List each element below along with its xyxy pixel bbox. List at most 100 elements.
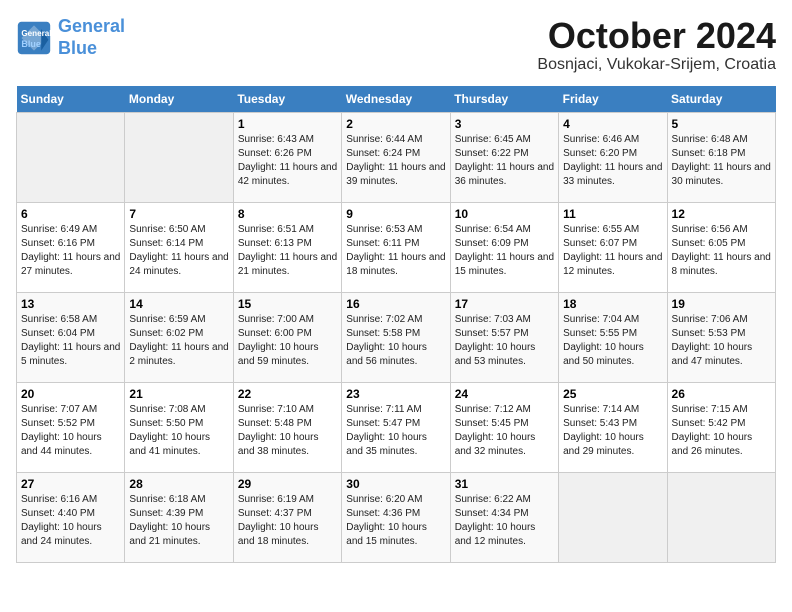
calendar-week-row: 6 Sunrise: 6:49 AMSunset: 6:16 PMDaylight…: [17, 202, 776, 292]
day-number: 17: [455, 297, 554, 311]
calendar-cell: 22 Sunrise: 7:10 AMSunset: 5:48 PMDayligh…: [233, 382, 341, 472]
day-detail: Sunrise: 6:43 AMSunset: 6:26 PMDaylight:…: [238, 133, 337, 189]
day-of-week-header: Friday: [559, 86, 667, 113]
calendar-cell: 13 Sunrise: 6:58 AMSunset: 6:04 PMDayligh…: [17, 292, 125, 382]
day-number: 6: [21, 207, 120, 221]
day-number: 23: [346, 387, 445, 401]
day-detail: Sunrise: 7:08 AMSunset: 5:50 PMDaylight:…: [129, 403, 228, 459]
calendar-cell: [125, 112, 233, 202]
calendar-cell: 31Sunrise: 6:22 AMSunset: 4:34 PMDayligh…: [450, 472, 558, 562]
day-detail: Sunrise: 6:20 AMSunset: 4:36 PMDaylight:…: [346, 493, 445, 549]
day-number: 2: [346, 117, 445, 131]
day-number: 24: [455, 387, 554, 401]
day-detail: Sunrise: 7:15 AMSunset: 5:42 PMDaylight:…: [672, 403, 771, 459]
calendar-cell: 14 Sunrise: 6:59 AMSunset: 6:02 PMDayligh…: [125, 292, 233, 382]
day-number: 7: [129, 207, 228, 221]
day-detail: Sunrise: 6:46 AMSunset: 6:20 PMDaylight:…: [563, 133, 662, 189]
day-detail: Sunrise: 6:49 AMSunset: 6:16 PMDaylight:…: [21, 223, 120, 279]
day-detail: Sunrise: 6:48 AMSunset: 6:18 PMDaylight:…: [672, 133, 771, 189]
day-number: 27: [21, 477, 120, 491]
day-number: 11: [563, 207, 662, 221]
calendar-cell: 3 Sunrise: 6:45 AMSunset: 6:22 PMDaylight…: [450, 112, 558, 202]
day-detail: Sunrise: 6:58 AMSunset: 6:04 PMDaylight:…: [21, 313, 120, 369]
calendar-cell: 2 Sunrise: 6:44 AMSunset: 6:24 PMDaylight…: [342, 112, 450, 202]
calendar-cell: 4 Sunrise: 6:46 AMSunset: 6:20 PMDaylight…: [559, 112, 667, 202]
location: Bosnjaci, Vukokar-Srijem, Croatia: [537, 56, 776, 74]
calendar-cell: [559, 472, 667, 562]
calendar-week-row: 20 Sunrise: 7:07 AMSunset: 5:52 PMDayligh…: [17, 382, 776, 472]
day-number: 4: [563, 117, 662, 131]
calendar-cell: 5 Sunrise: 6:48 AMSunset: 6:18 PMDaylight…: [667, 112, 775, 202]
calendar-cell: 21 Sunrise: 7:08 AMSunset: 5:50 PMDayligh…: [125, 382, 233, 472]
day-of-week-header: Monday: [125, 86, 233, 113]
calendar-week-row: 1 Sunrise: 6:43 AMSunset: 6:26 PMDaylight…: [17, 112, 776, 202]
day-number: 9: [346, 207, 445, 221]
day-number: 21: [129, 387, 228, 401]
day-number: 10: [455, 207, 554, 221]
calendar-cell: 16Sunrise: 7:02 AMSunset: 5:58 PMDayligh…: [342, 292, 450, 382]
title-block: October 2024 Bosnjaci, Vukokar-Srijem, C…: [537, 16, 776, 74]
day-number: 16: [346, 297, 445, 311]
calendar-cell: 15 Sunrise: 7:00 AMSunset: 6:00 PMDayligh…: [233, 292, 341, 382]
calendar-cell: 7Sunrise: 6:50 AMSunset: 6:14 PMDaylight…: [125, 202, 233, 292]
svg-text:General: General: [21, 29, 51, 38]
day-of-week-header: Wednesday: [342, 86, 450, 113]
day-number: 1: [238, 117, 337, 131]
day-detail: Sunrise: 6:19 AMSunset: 4:37 PMDaylight:…: [238, 493, 337, 549]
logo: General Blue General Blue: [16, 16, 125, 59]
day-number: 25: [563, 387, 662, 401]
day-detail: Sunrise: 7:14 AMSunset: 5:43 PMDaylight:…: [563, 403, 662, 459]
day-detail: Sunrise: 7:10 AMSunset: 5:48 PMDaylight:…: [238, 403, 337, 459]
day-number: 20: [21, 387, 120, 401]
logo-text: General Blue: [58, 16, 125, 59]
calendar-cell: 23 Sunrise: 7:11 AMSunset: 5:47 PMDayligh…: [342, 382, 450, 472]
day-detail: Sunrise: 6:55 AMSunset: 6:07 PMDaylight:…: [563, 223, 662, 279]
calendar-cell: 6 Sunrise: 6:49 AMSunset: 6:16 PMDaylight…: [17, 202, 125, 292]
day-detail: Sunrise: 6:44 AMSunset: 6:24 PMDaylight:…: [346, 133, 445, 189]
day-detail: Sunrise: 6:22 AMSunset: 4:34 PMDaylight:…: [455, 493, 554, 549]
day-detail: Sunrise: 7:07 AMSunset: 5:52 PMDaylight:…: [21, 403, 120, 459]
day-of-week-header: Saturday: [667, 86, 775, 113]
calendar-cell: 28 Sunrise: 6:18 AMSunset: 4:39 PMDayligh…: [125, 472, 233, 562]
calendar-cell: 17 Sunrise: 7:03 AMSunset: 5:57 PMDayligh…: [450, 292, 558, 382]
day-detail: Sunrise: 6:51 AMSunset: 6:13 PMDaylight:…: [238, 223, 337, 279]
day-of-week-header: Sunday: [17, 86, 125, 113]
day-detail: Sunrise: 6:56 AMSunset: 6:05 PMDaylight:…: [672, 223, 771, 279]
svg-text:Blue: Blue: [21, 39, 41, 49]
day-detail: Sunrise: 6:54 AMSunset: 6:09 PMDaylight:…: [455, 223, 554, 279]
day-number: 22: [238, 387, 337, 401]
day-number: 3: [455, 117, 554, 131]
day-detail: Sunrise: 7:12 AMSunset: 5:45 PMDaylight:…: [455, 403, 554, 459]
calendar-cell: 1 Sunrise: 6:43 AMSunset: 6:26 PMDaylight…: [233, 112, 341, 202]
calendar-cell: 8Sunrise: 6:51 AMSunset: 6:13 PMDaylight…: [233, 202, 341, 292]
calendar-cell: 19Sunrise: 7:06 AMSunset: 5:53 PMDayligh…: [667, 292, 775, 382]
day-detail: Sunrise: 7:00 AMSunset: 6:00 PMDaylight:…: [238, 313, 337, 369]
calendar-cell: [17, 112, 125, 202]
day-detail: Sunrise: 6:53 AMSunset: 6:11 PMDaylight:…: [346, 223, 445, 279]
day-number: 5: [672, 117, 771, 131]
page-header: General Blue General Blue October 2024 B…: [16, 16, 776, 74]
day-number: 29: [238, 477, 337, 491]
day-number: 15: [238, 297, 337, 311]
day-detail: Sunrise: 6:18 AMSunset: 4:39 PMDaylight:…: [129, 493, 228, 549]
calendar-cell: 10 Sunrise: 6:54 AMSunset: 6:09 PMDayligh…: [450, 202, 558, 292]
calendar-header-row: SundayMondayTuesdayWednesdayThursdayFrid…: [17, 86, 776, 113]
calendar-cell: 26 Sunrise: 7:15 AMSunset: 5:42 PMDayligh…: [667, 382, 775, 472]
day-number: 18: [563, 297, 662, 311]
calendar-cell: 29 Sunrise: 6:19 AMSunset: 4:37 PMDayligh…: [233, 472, 341, 562]
day-detail: Sunrise: 6:59 AMSunset: 6:02 PMDaylight:…: [129, 313, 228, 369]
calendar-cell: 25 Sunrise: 7:14 AMSunset: 5:43 PMDayligh…: [559, 382, 667, 472]
day-detail: Sunrise: 6:45 AMSunset: 6:22 PMDaylight:…: [455, 133, 554, 189]
day-detail: Sunrise: 7:03 AMSunset: 5:57 PMDaylight:…: [455, 313, 554, 369]
calendar-cell: 18Sunrise: 7:04 AMSunset: 5:55 PMDayligh…: [559, 292, 667, 382]
day-number: 13: [21, 297, 120, 311]
day-number: 28: [129, 477, 228, 491]
day-number: 14: [129, 297, 228, 311]
day-number: 26: [672, 387, 771, 401]
calendar-cell: 30Sunrise: 6:20 AMSunset: 4:36 PMDayligh…: [342, 472, 450, 562]
day-of-week-header: Tuesday: [233, 86, 341, 113]
month-title: October 2024: [537, 16, 776, 56]
day-detail: Sunrise: 7:11 AMSunset: 5:47 PMDaylight:…: [346, 403, 445, 459]
day-number: 19: [672, 297, 771, 311]
calendar-cell: 24 Sunrise: 7:12 AMSunset: 5:45 PMDayligh…: [450, 382, 558, 472]
